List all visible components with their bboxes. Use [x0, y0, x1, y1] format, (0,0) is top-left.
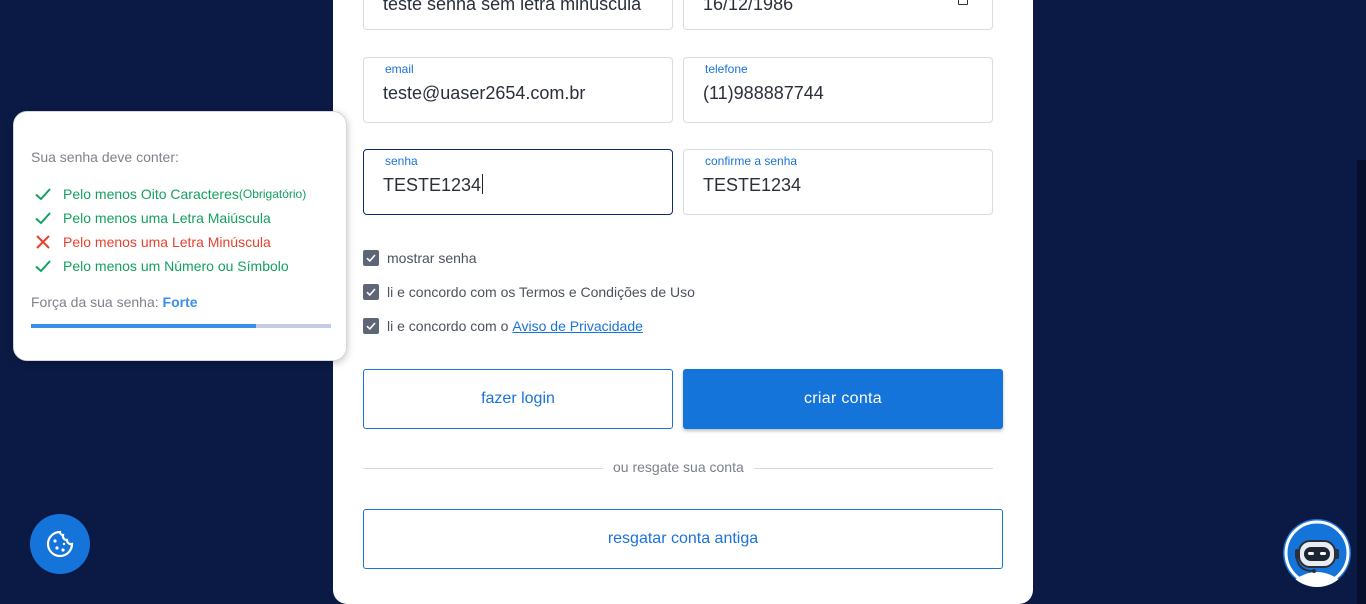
- requirement-text: Pelo menos Oito Caracteres: [63, 186, 239, 202]
- password-value: TESTE1234: [383, 175, 482, 195]
- privacy-link[interactable]: Aviso de Privacidade: [512, 318, 642, 334]
- terms-checkbox[interactable]: [363, 284, 379, 300]
- birthdate-value: 16/12/1986: [703, 0, 794, 14]
- password-requirements-panel: Sua senha deve conter: Pelo menos Oito C…: [13, 111, 347, 361]
- requirement-note: (Obrigatório): [238, 187, 307, 201]
- password-value-wrap: TESTE1234: [383, 174, 484, 196]
- password-hint-field[interactable]: teste senha sem letra minúscula: [363, 0, 673, 30]
- strength-label: Força da sua senha:: [31, 294, 159, 310]
- register-card: teste senha sem letra minúscula 16/12/19…: [333, 0, 1033, 604]
- show-password-checkbox[interactable]: [363, 250, 379, 266]
- strength-value: Forte: [162, 294, 198, 310]
- partial-field-value: teste senha sem letra minúscula: [383, 0, 642, 14]
- requirement-item: Pelo menos uma Letra Minúscula: [33, 232, 271, 252]
- privacy-row[interactable]: li e concordo com o Aviso de Privacidade: [363, 318, 643, 334]
- cookie-icon: [46, 530, 74, 558]
- telefone-value: (11)988887744: [703, 83, 824, 103]
- terms-row[interactable]: li e concordo com os Termos e Condições …: [363, 284, 695, 300]
- check-icon: [33, 184, 53, 204]
- check-icon: [366, 322, 376, 331]
- show-password-label: mostrar senha: [387, 250, 477, 266]
- requirements-title: Sua senha deve conter:: [31, 149, 179, 165]
- requirement-text: Pelo menos uma Letra Minúscula: [63, 234, 271, 250]
- privacy-label: li e concordo com o: [387, 318, 509, 334]
- birthdate-field[interactable]: 16/12/1986: [683, 0, 993, 30]
- show-password-row[interactable]: mostrar senha: [363, 250, 476, 266]
- password-label: senha: [383, 154, 420, 168]
- requirement-item: Pelo menos Oito Caracteres (Obrigatório): [33, 184, 306, 204]
- terms-label: li e concordo com os Termos e Condições …: [387, 284, 695, 300]
- calendar-icon[interactable]: [958, 0, 968, 5]
- requirement-text: Pelo menos um Número ou Símbolo: [63, 258, 289, 274]
- password-field[interactable]: senha TESTE1234: [363, 149, 673, 215]
- strength-bar-fill: [31, 324, 256, 328]
- confirm-password-value: TESTE1234: [703, 175, 802, 195]
- check-icon: [33, 256, 53, 276]
- telefone-label: telefone: [703, 62, 750, 76]
- login-button[interactable]: fazer login: [363, 369, 673, 429]
- create-account-button[interactable]: criar conta: [683, 369, 1003, 429]
- privacy-checkbox[interactable]: [363, 318, 379, 334]
- check-icon: [366, 288, 376, 297]
- strength-indicator: Força da sua senha: Forte: [31, 294, 198, 310]
- requirement-text: Pelo menos uma Letra Maiúscula: [63, 210, 271, 226]
- divider-text: ou resgate sua conta: [603, 459, 754, 475]
- email-label: email: [383, 62, 416, 76]
- check-icon: [33, 208, 53, 228]
- cookie-button[interactable]: [30, 514, 90, 574]
- text-cursor: [482, 174, 484, 194]
- email-value: teste@uaser2654.com.br: [383, 83, 586, 103]
- requirement-item: Pelo menos um Número ou Símbolo: [33, 256, 289, 276]
- scrollbar-thumb[interactable]: [1357, 160, 1366, 604]
- confirm-password-field[interactable]: confirme a senha TESTE1234: [683, 149, 993, 215]
- telefone-field[interactable]: telefone (11)988887744: [683, 57, 993, 123]
- check-icon: [366, 254, 376, 263]
- requirement-item: Pelo menos uma Letra Maiúscula: [33, 208, 271, 228]
- chatbot-button[interactable]: [1283, 519, 1351, 587]
- email-field[interactable]: email teste@uaser2654.com.br: [363, 57, 673, 123]
- recover-account-button[interactable]: resgatar conta antiga: [363, 509, 1003, 569]
- close-icon: [33, 232, 53, 252]
- strength-bar: [31, 324, 331, 328]
- confirm-password-label: confirme a senha: [703, 154, 800, 168]
- chatbot-icon: [1284, 520, 1350, 587]
